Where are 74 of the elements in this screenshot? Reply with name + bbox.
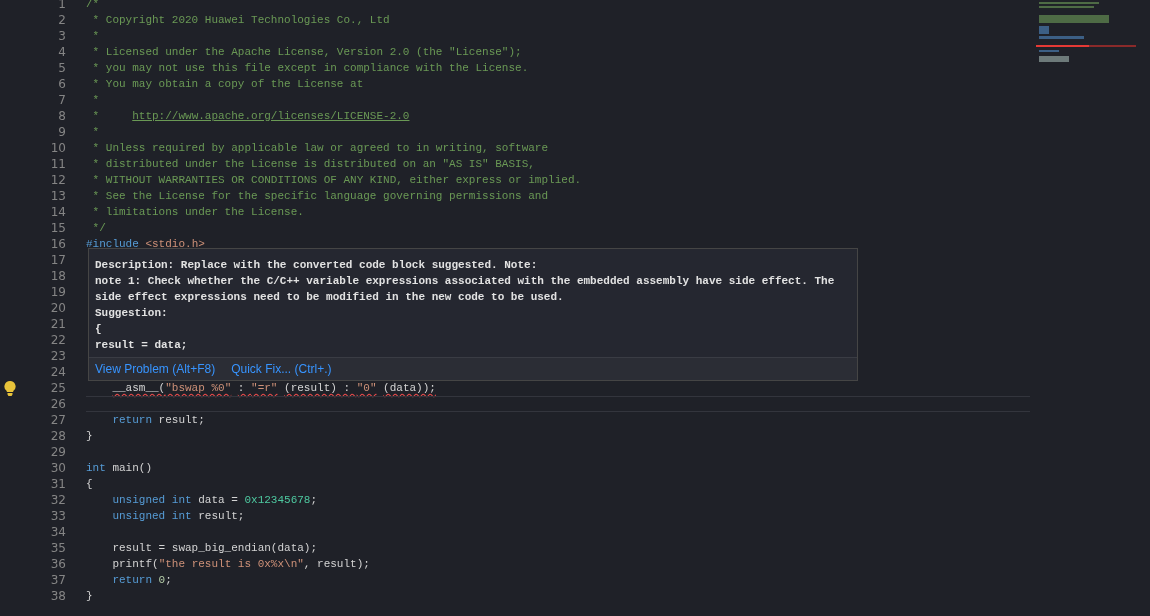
line-number: 9 <box>57 124 66 140</box>
code-line: * you may not use this file except in compliance with the License. <box>91 61 529 76</box>
code-line: * http://www.apache.org/licenses/LICENSE-2.0 <box>91 109 410 124</box>
line-number: 32 <box>49 492 66 508</box>
line-number: 8 <box>57 108 66 124</box>
line-number: 7 <box>57 92 66 108</box>
code-line: unsigned int result; <box>111 509 245 524</box>
line-number: 23 <box>49 348 66 364</box>
line-number: 33 <box>49 508 66 524</box>
line-number: 13 <box>49 188 66 204</box>
code-line: * distributed under the License is distributed on an "AS IS" BASIS, <box>91 157 535 172</box>
line-number: 12 <box>49 172 66 188</box>
line-number: 24 <box>49 364 66 380</box>
line-number: 14 <box>49 204 66 220</box>
line-number: 38 <box>49 588 66 604</box>
line-number: 25 <box>49 380 66 396</box>
line-number: 29 <box>49 444 66 460</box>
line-number: 27 <box>49 412 66 428</box>
line-number: 31 <box>49 476 66 492</box>
code-line: * <box>91 29 100 44</box>
code-line: */ <box>91 221 106 236</box>
code-line: #include <stdio.h> <box>86 237 205 252</box>
line-number: 15 <box>49 220 66 236</box>
line-number: 36 <box>49 556 66 572</box>
hover-text: Suggestion: <box>95 306 169 321</box>
line-number: 20 <box>49 300 66 316</box>
code-line: } <box>86 589 93 604</box>
line-number: 19 <box>49 284 66 300</box>
code-line: result = swap_big_endian(data); <box>111 541 318 556</box>
line-number: 5 <box>57 60 66 76</box>
hover-text: result = data; <box>95 338 189 353</box>
line-number: 2 <box>57 12 66 28</box>
line-number: 34 <box>49 524 66 540</box>
hover-text: side effect expressions need to be modified in the new code to be used. <box>95 290 565 305</box>
line-number: 21 <box>49 316 66 332</box>
view-problem-link[interactable]: View Problem (Alt+F8) <box>95 360 216 378</box>
line-number: 1 <box>57 0 66 12</box>
lightbulb-icon[interactable] <box>4 381 16 396</box>
code-line: printf("the result is 0x%x\n", result); <box>111 557 370 572</box>
hover-text: { <box>95 322 103 337</box>
line-number: 18 <box>49 268 66 284</box>
hover-text: Description: Replace with the converted code block suggested. Note: <box>95 258 539 273</box>
code-line: * Licensed under the Apache License, Version 2.0 (the "License"); <box>91 45 522 60</box>
code-line: { <box>86 477 93 492</box>
line-number: 28 <box>49 428 66 444</box>
line-number: 6 <box>57 76 66 92</box>
line-number: 37 <box>49 572 66 588</box>
line-number: 3 <box>57 28 66 44</box>
code-line: /* <box>86 0 100 12</box>
line-number: 4 <box>57 44 66 60</box>
code-line: * Copyright 2020 Huawei Technologies Co., Ltd <box>91 13 390 28</box>
hover-text: note 1: Check whether the C/C++ variable expressions associated with the embedded assembly have side effect. The <box>95 274 836 289</box>
line-number: 35 <box>49 540 66 556</box>
line-number: 22 <box>49 332 66 348</box>
code-line: } <box>86 429 93 444</box>
code-line: unsigned int data = 0x12345678; <box>111 493 318 508</box>
line-number: 16 <box>49 236 66 252</box>
line-number: 11 <box>49 156 66 172</box>
code-line: * Unless required by applicable law or agreed to in writing, software <box>91 141 549 156</box>
code-line: int main() <box>86 461 153 476</box>
code-line: * You may obtain a copy of the License at <box>91 77 364 92</box>
code-line: * <box>91 93 100 108</box>
code-line: * See the License for the specific language governing permissions and <box>91 189 549 204</box>
code-line: return result; <box>111 413 205 428</box>
code-line: * limitations under the License. <box>91 205 304 220</box>
code-line: return 0; <box>111 573 172 588</box>
quick-fix-link[interactable]: Quick Fix... (Ctrl+.) <box>231 360 332 378</box>
line-number: 26 <box>49 396 66 412</box>
line-number: 30 <box>49 460 66 476</box>
line-number: 10 <box>49 140 66 156</box>
code-line: * WITHOUT WARRANTIES OR CONDITIONS OF ANY KIND, either express or implied. <box>91 173 582 188</box>
code-line: __asm__("bswap %0" : "=r" (result) : "0" (data)); <box>111 381 436 396</box>
code-line: * <box>91 125 100 140</box>
line-number: 17 <box>49 252 66 268</box>
